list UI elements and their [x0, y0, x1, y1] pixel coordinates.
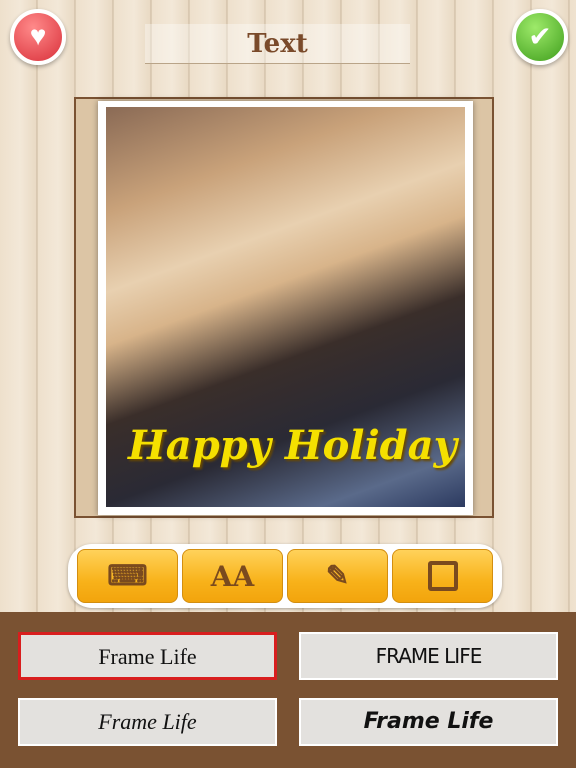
frame-icon [427, 561, 458, 591]
font-button[interactable]: AA [182, 549, 283, 603]
done-button[interactable]: ✔ [512, 9, 568, 65]
color-button[interactable]: ✎ [287, 549, 388, 603]
font-option[interactable]: FRAME LIFE [299, 632, 558, 680]
page-title: Text [145, 24, 410, 64]
font-size-icon: AA [210, 559, 255, 593]
text-overlay[interactable]: Happy Holiday [128, 422, 457, 469]
font-option[interactable]: Frame Life [18, 698, 277, 746]
font-option[interactable]: Frame Life [299, 698, 558, 746]
favorite-button[interactable]: ♥ [10, 9, 66, 65]
photo-frame: Happy Holiday [74, 97, 494, 518]
photo-image: Happy Holiday [106, 107, 465, 507]
font-option[interactable]: Frame Life [18, 632, 277, 680]
font-panel: Frame Life FRAME LIFE Frame Life Frame L… [0, 612, 576, 768]
checkmark-icon: ✔ [528, 22, 552, 53]
photo: Happy Holiday [98, 101, 473, 515]
keyboard-button[interactable]: ⌨ [77, 549, 178, 603]
keyboard-icon: ⌨ [107, 561, 148, 592]
eyedropper-icon: ✎ [325, 561, 350, 592]
toolbar: ⌨ AA ✎ [68, 544, 502, 608]
frame-button[interactable] [392, 549, 493, 603]
heart-icon: ♥ [29, 21, 47, 52]
